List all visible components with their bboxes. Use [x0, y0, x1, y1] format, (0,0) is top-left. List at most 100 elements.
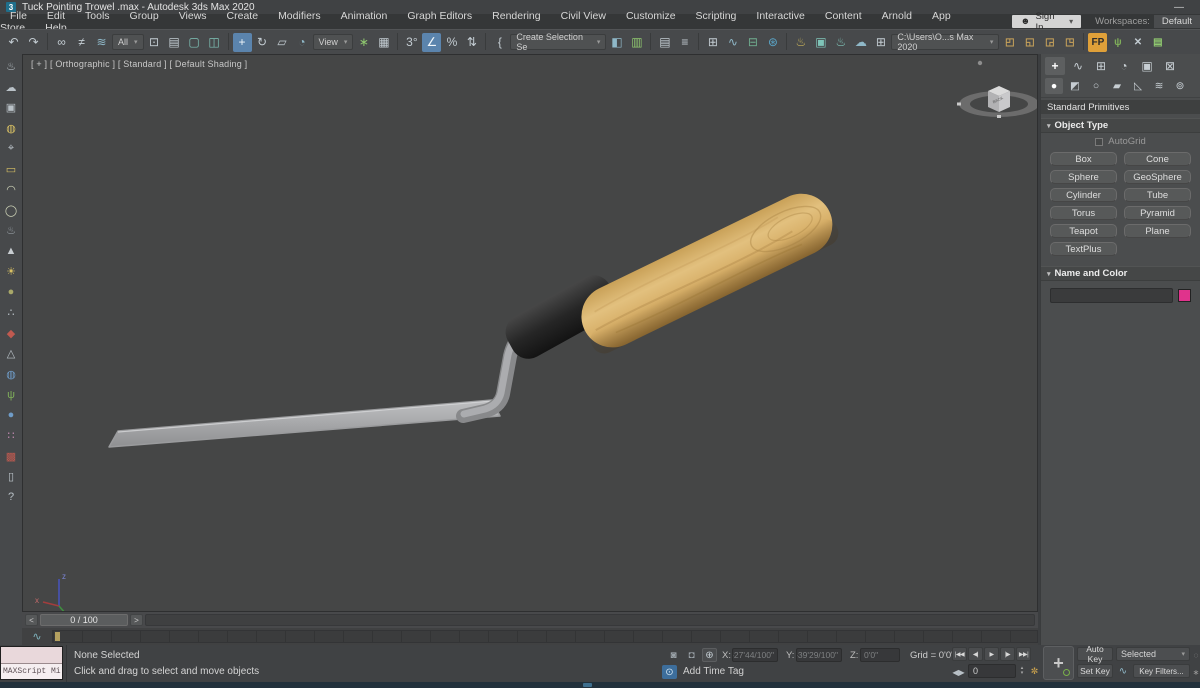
window-crossing-icon[interactable]: ◫ [205, 33, 224, 52]
selection-set-icon[interactable]: ▩ [3, 449, 20, 464]
percent-snap-icon[interactable]: % [442, 33, 461, 52]
globe-icon[interactable]: ◍ [3, 367, 20, 382]
foliage-icon[interactable]: ψ [3, 387, 20, 402]
schematic-view-icon[interactable]: ⊟ [743, 33, 762, 52]
bind-spacewarp-icon[interactable]: ≋ [92, 33, 111, 52]
cylinder-button[interactable]: Cylinder [1050, 188, 1117, 202]
torus-button[interactable]: Torus [1050, 206, 1117, 220]
sphere-button[interactable]: Sphere [1050, 170, 1117, 184]
populate-icon[interactable]: FP [1088, 32, 1108, 52]
angle-snap-icon[interactable]: ∠ [422, 32, 442, 52]
cat-helpers[interactable]: ◺ [1129, 78, 1147, 94]
tube-button[interactable]: Tube [1124, 188, 1191, 202]
workspaces-control[interactable]: Workspaces: Default [1095, 15, 1200, 28]
cone-icon[interactable]: ▲ [3, 244, 20, 259]
current-frame-marker[interactable] [55, 632, 60, 641]
name-and-color-rollout[interactable]: ▾ Name and Color [1041, 266, 1200, 281]
tab-utilities[interactable]: ⊠ [1160, 57, 1180, 75]
curve-editor-icon[interactable]: ∿ [723, 33, 742, 52]
align-icon[interactable]: ▥ [627, 33, 646, 52]
placement-icon[interactable]: ◔ [293, 33, 312, 52]
menu-customize[interactable]: Customize [616, 10, 686, 22]
select-by-name-icon[interactable]: ▤ [165, 33, 184, 52]
select-object-icon[interactable]: ⊡ [145, 33, 164, 52]
textplus-button[interactable]: TextPlus [1050, 242, 1117, 256]
reference-coordinate-dropdown[interactable]: View ▾ [312, 34, 354, 50]
menu-animation[interactable]: Animation [331, 10, 398, 22]
key-filters-button[interactable]: Key Filters... [1133, 664, 1190, 678]
play-button[interactable]: ▶ [984, 647, 999, 661]
render-teapot-icon[interactable]: ♨ [3, 59, 20, 74]
render-cloud-icon[interactable]: ☁ [851, 33, 870, 52]
render-window-icon[interactable]: ▣ [3, 100, 20, 115]
tab-motion[interactable]: ◔ [1114, 57, 1134, 75]
set-key-button[interactable]: Set Key [1077, 664, 1113, 678]
trowel-model[interactable] [108, 183, 843, 448]
clipboard-icon[interactable]: ▯ [3, 469, 20, 484]
previous-frame-arrow[interactable]: < [25, 614, 38, 626]
time-slider-track[interactable] [145, 614, 1035, 626]
cloud-icon[interactable]: ☁ [3, 80, 20, 95]
pyramid-button[interactable]: Pyramid [1124, 206, 1191, 220]
open-container-icon[interactable]: ◰ [1000, 33, 1019, 52]
sign-in-button[interactable]: ☻ Sign In ▾ [1012, 11, 1082, 33]
frame-spinner[interactable]: ▴ ▾ [1018, 664, 1026, 678]
selection-lock-icon[interactable]: ◘ [684, 648, 699, 662]
cone-button[interactable]: Cone [1124, 152, 1191, 166]
gem-icon[interactable]: ◆ [3, 326, 20, 341]
inherit-container-icon[interactable]: ◲ [1040, 33, 1059, 52]
cat-shapes[interactable]: ◩ [1066, 78, 1084, 94]
teapot-icon[interactable]: ♨ [3, 223, 20, 238]
tab-create[interactable]: + [1045, 57, 1065, 75]
menu-content[interactable]: Content [815, 10, 872, 22]
pyramid-icon[interactable]: △ [3, 346, 20, 361]
help-icon[interactable]: ? [3, 490, 20, 505]
current-frame-field[interactable]: 0 [968, 664, 1016, 678]
menu-modifiers[interactable]: Modifiers [268, 10, 331, 22]
snap-toggle-icon[interactable]: 3° [402, 33, 421, 52]
plane-button[interactable]: Plane [1124, 224, 1191, 238]
workspace-value[interactable]: Default [1153, 15, 1200, 28]
y-coordinate-field[interactable]: -39'29/100" [796, 648, 842, 662]
next-frame-arrow[interactable]: > [130, 614, 143, 626]
menu-views[interactable]: Views [169, 10, 217, 22]
named-selection-icon[interactable]: { [490, 33, 509, 52]
prev-frame-button[interactable]: ◀| [968, 647, 983, 661]
mirror-icon[interactable]: ◧ [607, 33, 626, 52]
time-slider-handle[interactable]: 0 / 100 [40, 614, 128, 626]
taskbar-app-indicator[interactable] [583, 683, 592, 687]
link-icon[interactable]: ∞ [52, 33, 71, 52]
rendered-frame-icon[interactable]: ▣ [811, 33, 830, 52]
particles-icon[interactable]: ∴ [3, 305, 20, 320]
disc-icon[interactable]: ◯ [3, 203, 20, 218]
rect-region-icon[interactable]: ▢ [185, 33, 204, 52]
menu-file[interactable]: File [0, 10, 37, 22]
key-step-icon[interactable]: ◀▶ [952, 665, 965, 679]
cat-geometry[interactable]: ● [1045, 78, 1063, 94]
tab-hierarchy[interactable]: ⊞ [1091, 57, 1111, 75]
maxscript-listener-field[interactable]: MAXScript Mi [1, 663, 62, 679]
set-keys-button[interactable]: + [1043, 646, 1074, 680]
tab-display[interactable]: ▣ [1137, 57, 1157, 75]
lamp-icon[interactable]: ◍ [3, 121, 20, 136]
pan-icon[interactable]: ∗ [1192, 665, 1200, 679]
maxscript-mini-listener[interactable]: MAXScript Mi [0, 646, 63, 680]
menu-group[interactable]: Group [120, 10, 169, 22]
sun-icon[interactable]: ☀ [3, 264, 20, 279]
render-production-icon[interactable]: ♨ [831, 33, 850, 52]
mini-curve-editor-button[interactable]: ∿ [22, 630, 52, 643]
menu-arnold[interactable]: Arnold [872, 10, 922, 22]
add-time-tag[interactable]: Add Time Tag [683, 666, 744, 677]
coordinate-mode-button[interactable]: ⊕ [702, 648, 717, 662]
menu-tools[interactable]: Tools [75, 10, 120, 22]
sphere-olive-icon[interactable]: ● [3, 285, 20, 300]
viewcube-cube[interactable]: BACK [988, 86, 1010, 112]
spinner-snap-icon[interactable]: ⇅ [462, 33, 481, 52]
camera-icon[interactable]: ⌖ [3, 141, 20, 156]
redo-icon[interactable]: ↷ [24, 33, 43, 52]
toggle-layers-icon[interactable]: ≡ [675, 33, 694, 52]
graphite-ribbon-icon[interactable]: ⊞ [703, 33, 722, 52]
undo-icon[interactable]: ↶ [4, 33, 23, 52]
sphere-blue-icon[interactable]: ● [3, 408, 20, 423]
macro-recorder-field[interactable] [1, 647, 62, 664]
